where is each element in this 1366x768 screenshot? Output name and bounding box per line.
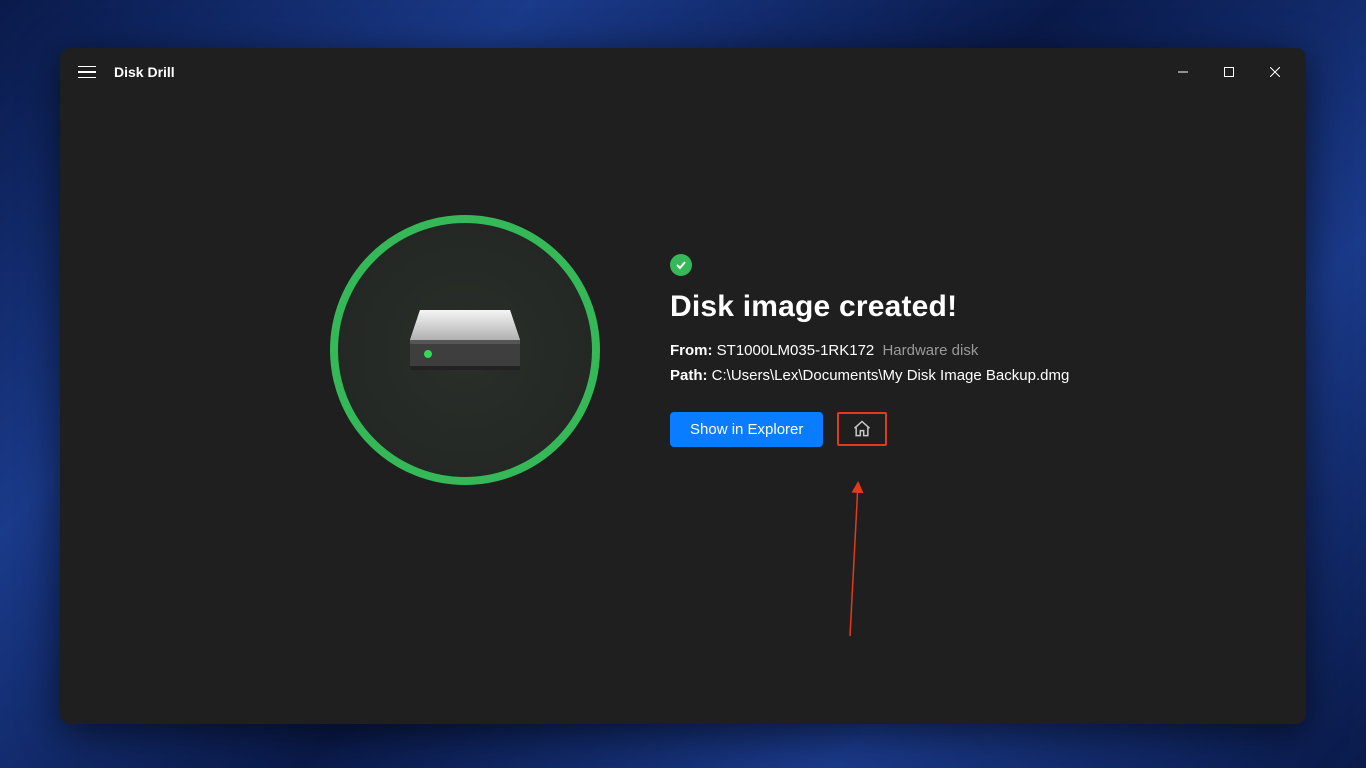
app-window: Disk Drill	[60, 48, 1306, 724]
path-value: C:\Users\Lex\Documents\My Disk Image Bac…	[712, 367, 1070, 384]
from-value: ST1000LM035-1RK172	[717, 342, 875, 359]
show-in-explorer-button[interactable]: Show in Explorer	[670, 412, 823, 447]
menu-icon[interactable]	[78, 62, 98, 82]
home-button[interactable]	[837, 412, 887, 446]
success-check-icon	[670, 254, 692, 276]
result-info: Disk image created! From: ST1000LM035-1R…	[670, 254, 1069, 447]
from-type: Hardware disk	[882, 342, 978, 359]
from-label: From:	[670, 342, 713, 359]
window-controls	[1160, 56, 1298, 88]
close-button[interactable]	[1252, 56, 1298, 88]
maximize-button[interactable]	[1206, 56, 1252, 88]
result-heading: Disk image created!	[670, 290, 1069, 324]
disk-success-graphic	[330, 215, 600, 485]
from-line: From: ST1000LM035-1RK172 Hardware disk	[670, 342, 1069, 359]
titlebar: Disk Drill	[60, 48, 1306, 96]
app-title: Disk Drill	[114, 64, 175, 80]
minimize-button[interactable]	[1160, 56, 1206, 88]
home-icon	[852, 419, 872, 439]
main-content: Disk image created! From: ST1000LM035-1R…	[60, 96, 1306, 724]
path-line: Path: C:\Users\Lex\Documents\My Disk Ima…	[670, 367, 1069, 384]
hard-disk-icon	[400, 310, 530, 390]
path-label: Path:	[670, 367, 708, 384]
action-row: Show in Explorer	[670, 412, 1069, 447]
